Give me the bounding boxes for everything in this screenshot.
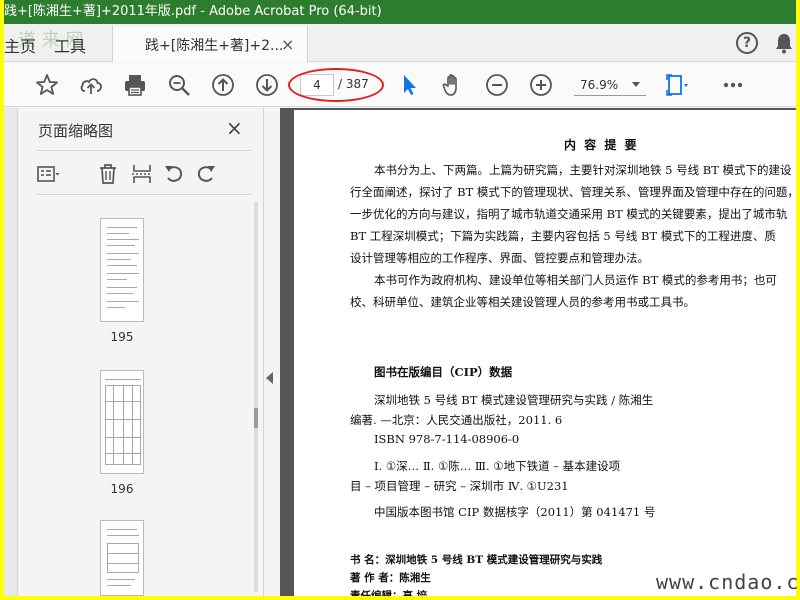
- undo-icon[interactable]: [162, 162, 186, 186]
- summary-title: 内 容 提 要: [564, 138, 639, 152]
- hand-tool-icon[interactable]: [440, 72, 466, 98]
- info-line: 书 名：深圳地铁 5 号线 BT 模式建设管理研究与实践: [350, 554, 603, 566]
- acrobat-window: 践+[陈湘生+著]+2011年版.pdf - Adobe Acrobat Pro…: [4, 0, 796, 596]
- divider: [36, 150, 252, 151]
- window-title: 践+[陈湘生+著]+2011年版.pdf - Adobe Acrobat Pro…: [4, 4, 382, 19]
- menu-home[interactable]: 主页: [4, 33, 36, 57]
- cip-line: 目 – 项目管理 – 研究 – 深圳市 Ⅳ. ①U231: [350, 479, 569, 493]
- info-line: 著 作 者：陈湘生: [350, 572, 431, 584]
- fit-page-icon[interactable]: [664, 72, 690, 98]
- tab-row: 道 来 网 主页 工具 践+[陈湘生+著]+2... × ?: [4, 24, 796, 62]
- bookmark-star-icon[interactable]: [34, 72, 60, 98]
- document-page: 内 容 提 要 本书分为上、下两篇。上篇为研究篇，主要针对深圳地铁 5 号线 B…: [294, 110, 796, 596]
- upload-cloud-icon[interactable]: [78, 72, 104, 98]
- collapse-panel-icon[interactable]: [266, 372, 273, 384]
- page-thumbnail-197[interactable]: [100, 520, 144, 596]
- divider: [36, 194, 252, 195]
- zoom-level-select[interactable]: 76.9%: [574, 74, 646, 96]
- menu-tools[interactable]: 工具: [54, 33, 86, 57]
- panel-toolbar: [36, 158, 252, 192]
- page-up-icon[interactable]: [210, 72, 236, 98]
- paragraph-line: 行全面阐述，探讨了 BT 模式下的管理现状、管理关系、管理界面及管理中存在的问题…: [350, 185, 796, 199]
- cip-line: ISBN 978-7-114-08906-0: [374, 432, 520, 446]
- page-total-label: / 387: [338, 77, 369, 91]
- panel-scrollbar[interactable]: [254, 202, 258, 592]
- page-thumbnails-panel: 页面缩略图 × 195 196: [18, 108, 264, 596]
- document-tab-label: 践+[陈湘生+著]+2...: [145, 38, 284, 54]
- paragraph-line: BT 工程深圳模式；下篇为实践篇，主要内容包括 5 号线 BT 模式下的工程进度…: [350, 229, 776, 243]
- cip-line: Ⅰ. ①深… Ⅱ. ①陈… Ⅲ. ①地下铁道 – 基本建设项: [374, 459, 621, 473]
- navigation-strip: [4, 108, 18, 596]
- page-number-input[interactable]: 4: [300, 74, 334, 96]
- tab-close-icon[interactable]: ×: [281, 35, 294, 54]
- main-toolbar: 4 / 387 76.9%: [4, 63, 796, 107]
- page-thumbnail-196[interactable]: [100, 370, 144, 474]
- zoom-out-icon[interactable]: [484, 72, 510, 98]
- cip-line: 中国版本图书馆 CIP 数据核字（2011）第 041471 号: [374, 505, 656, 519]
- chevron-down-icon: [632, 82, 640, 87]
- redo-icon[interactable]: [194, 162, 218, 186]
- panel-close-icon[interactable]: ×: [226, 116, 243, 140]
- help-icon[interactable]: ?: [736, 32, 758, 54]
- title-bar: 践+[陈湘生+著]+2011年版.pdf - Adobe Acrobat Pro…: [4, 0, 796, 24]
- cip-line: 编著. —北京：人民交通出版社，2011. 6: [350, 413, 563, 427]
- zoom-search-icon[interactable]: [166, 72, 192, 98]
- select-pointer-icon[interactable]: [396, 72, 422, 98]
- paragraph-line: 本书分为上、下两篇。上篇为研究篇，主要针对深圳地铁 5 号线 BT 模式下的建设: [374, 163, 792, 177]
- zoom-in-icon[interactable]: [528, 72, 554, 98]
- cip-title: 图书在版编目（CIP）数据: [374, 365, 513, 379]
- insert-icon[interactable]: [130, 162, 154, 186]
- delete-icon[interactable]: [96, 162, 120, 186]
- paragraph-line: 一步优化的方向与建议，指明了城市轨道交通采用 BT 模式的关键要素，提出了城市轨: [350, 207, 788, 221]
- page-options-icon[interactable]: [36, 162, 60, 186]
- panel-scrollbar-thumb[interactable]: [254, 408, 258, 428]
- document-tab[interactable]: 践+[陈湘生+著]+2... ×: [112, 26, 308, 62]
- paragraph-line: 设计管理等相应的工作程序、界面、管控要点和管理办法。: [350, 251, 649, 265]
- print-icon[interactable]: [122, 72, 148, 98]
- panel-title: 页面缩略图: [38, 122, 114, 140]
- zoom-level-value: 76.9%: [580, 78, 619, 92]
- site-watermark: www.cndao.com: [656, 570, 800, 594]
- thumbnail-label: 195: [110, 330, 134, 344]
- more-icon[interactable]: [720, 72, 746, 98]
- document-viewer[interactable]: 内 容 提 要 本书分为上、下两篇。上篇为研究篇，主要针对深圳地铁 5 号线 B…: [280, 108, 796, 596]
- thumbnail-label: 196: [110, 482, 134, 496]
- paragraph-line: 校、科研单位、建筑企业等相关建设管理人员的参考用书或工具书。: [350, 295, 695, 309]
- cip-line: 深圳地铁 5 号线 BT 模式建设管理研究与实践 / 陈湘生: [374, 393, 654, 407]
- paragraph-line: 本书可作为政府机构、建设单位等相关部门人员运作 BT 模式的参考用书；也可: [374, 273, 777, 287]
- info-line: 责任编辑：高 培: [350, 590, 428, 596]
- notification-bell-icon[interactable]: [774, 32, 794, 54]
- page-thumbnail-195[interactable]: [100, 218, 144, 322]
- page-down-icon[interactable]: [254, 72, 280, 98]
